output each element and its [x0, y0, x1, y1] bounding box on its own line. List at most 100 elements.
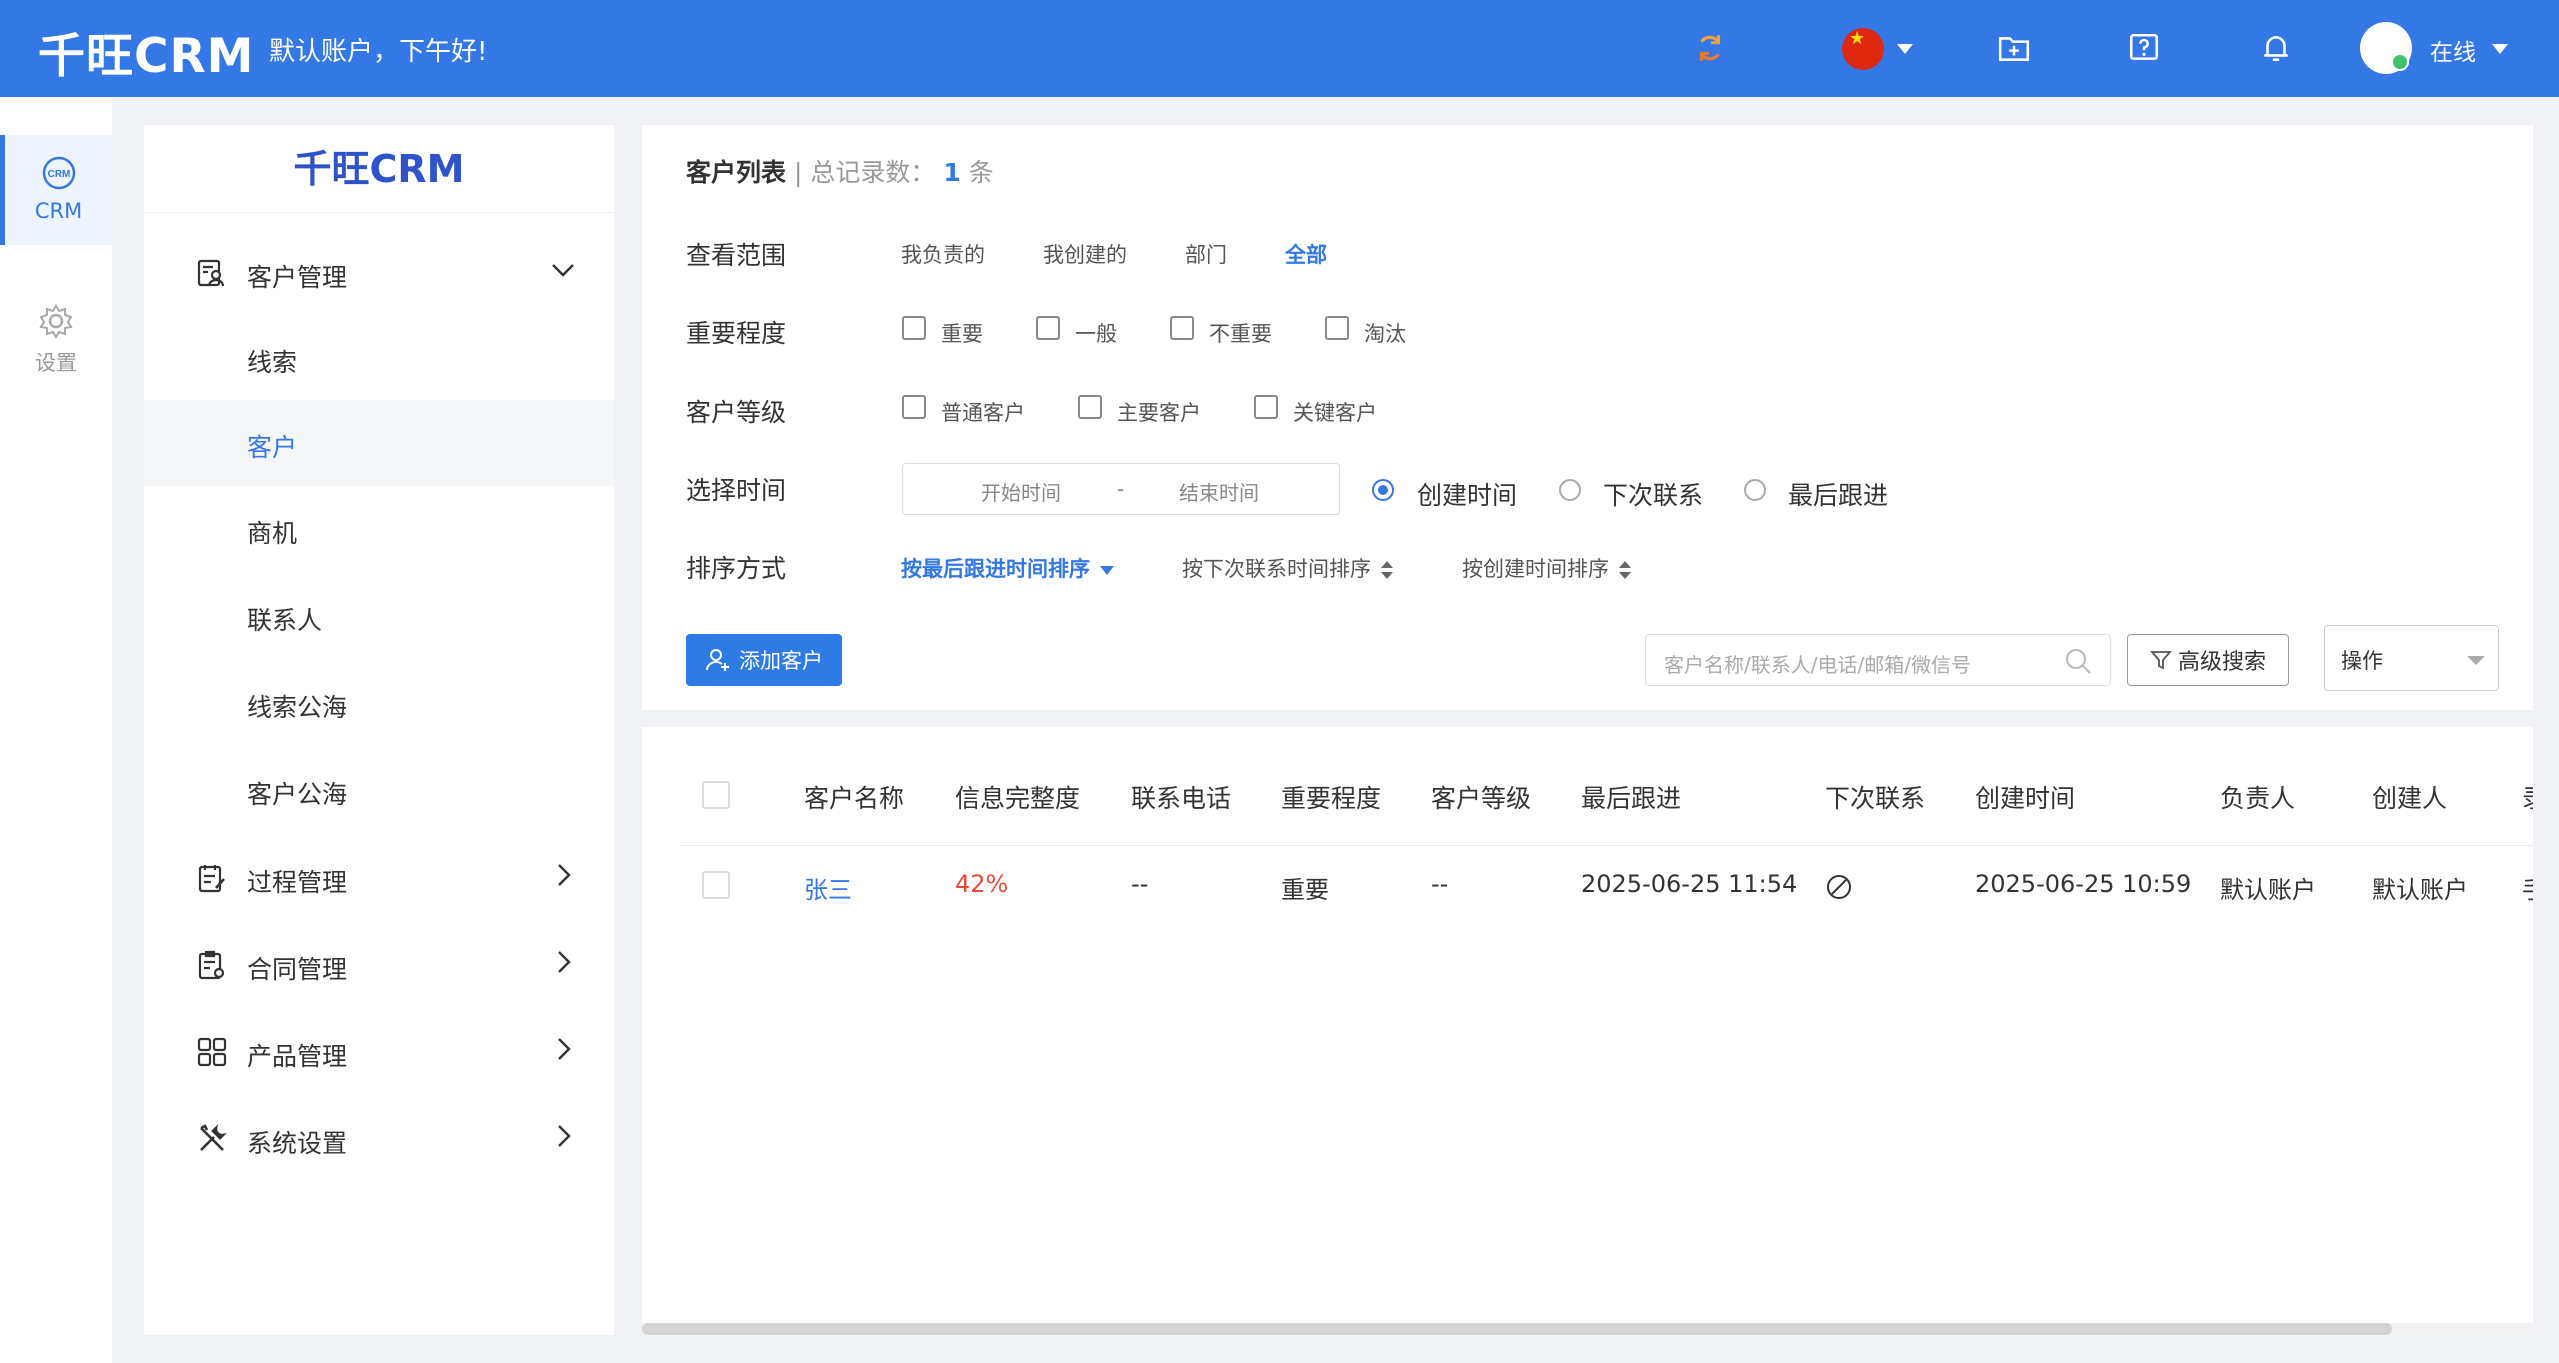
help-icon[interactable] — [2118, 22, 2170, 74]
chevron-right-icon — [558, 951, 571, 973]
add-folder-icon[interactable] — [1988, 22, 2040, 74]
scope-option-all[interactable]: 全部 — [1285, 239, 1327, 269]
end-date-placeholder[interactable]: 结束时间 — [1179, 477, 1259, 506]
chevron-down-icon — [2467, 656, 2485, 665]
nav-group-process[interactable]: 过程管理 — [144, 835, 614, 921]
nav-group-customer[interactable]: 客户管理 — [144, 230, 614, 316]
sort-updown-icon — [1619, 560, 1631, 580]
page-title: 客户列表 | 总记录数： 1 条 — [686, 158, 994, 187]
column-header[interactable]: 联系电话 — [1131, 779, 1231, 815]
row-checkbox[interactable] — [702, 871, 730, 899]
user-status-label[interactable]: 在线 — [2430, 33, 2476, 67]
advanced-search-button[interactable]: 高级搜索 — [2127, 634, 2289, 686]
rail-item-label: 设置 — [35, 351, 77, 375]
start-date-placeholder[interactable]: 开始时间 — [981, 477, 1061, 506]
operation-select[interactable]: 操作 — [2324, 625, 2499, 691]
importance-value: 重要 — [1281, 876, 1329, 904]
search-input[interactable]: 客户名称/联系人/电话/邮箱/微信号 — [1645, 634, 2111, 686]
nav-item-customer-pool[interactable]: 客户公海 — [144, 747, 614, 833]
add-customer-button[interactable]: 添加客户 — [686, 634, 842, 686]
sync-icon[interactable] — [1684, 22, 1736, 74]
scope-option-department[interactable]: 部门 — [1185, 239, 1227, 269]
nav-group-contract[interactable]: 合同管理 — [144, 922, 614, 1008]
level-checkbox-major[interactable] — [1078, 395, 1102, 419]
column-header[interactable]: 创建时间 — [1975, 779, 2075, 815]
checkbox-label: 不重要 — [1209, 322, 1272, 346]
scope-option-created[interactable]: 我创建的 — [1043, 239, 1127, 269]
scope-option-mine[interactable]: 我负责的 — [901, 239, 985, 269]
user-menu-caret-icon[interactable] — [2492, 44, 2508, 54]
online-status-dot-icon — [2391, 53, 2409, 71]
creator-value: 默认账户 — [2372, 876, 2468, 904]
rail-item-label: CRM — [34, 199, 83, 223]
level-checkbox-regular[interactable] — [902, 395, 926, 419]
nav-item-customers[interactable]: 客户 — [144, 400, 614, 486]
nav-item-contacts[interactable]: 联系人 — [144, 573, 614, 659]
nav-item-label: 客户 — [247, 433, 298, 462]
rail-item-settings[interactable]: 设置 — [0, 283, 112, 393]
importance-checkbox-eliminated[interactable] — [1325, 316, 1349, 340]
nav-item-opportunities[interactable]: 商机 — [144, 486, 614, 572]
last-follow-value: 2025-06-25 11:54 — [1581, 870, 1798, 898]
nav-group-product[interactable]: 产品管理 — [144, 1009, 614, 1095]
nav-item-leads[interactable]: 线索 — [144, 315, 614, 401]
language-dropdown-caret-icon[interactable] — [1897, 44, 1913, 54]
column-header[interactable]: 客户等级 — [1431, 779, 1531, 815]
search-icon[interactable] — [2064, 647, 2092, 675]
time-radio-created[interactable] — [1372, 479, 1394, 501]
total-prefix: 总记录数： — [810, 158, 936, 187]
checkbox-label: 一般 — [1075, 322, 1117, 346]
add-user-icon — [705, 649, 729, 671]
nav-group-label: 客户管理 — [247, 263, 348, 292]
column-header[interactable]: 负责人 — [2220, 779, 2295, 815]
sort-option-next-contact[interactable]: 按下次联系时间排序 — [1182, 553, 1393, 583]
sort-option-last-follow[interactable]: 按最后跟进时间排序 — [901, 553, 1114, 583]
importance-checkbox-important[interactable] — [902, 316, 926, 340]
time-radio-last-follow[interactable] — [1744, 479, 1766, 501]
tools-icon — [200, 1124, 227, 1151]
nav-item-label: 线索 — [247, 348, 298, 377]
column-header[interactable]: 最后跟进 — [1581, 779, 1681, 815]
filter-panel: 客户列表 | 总记录数： 1 条 查看范围 我负责的 我创建的 部门 全部 重要… — [642, 125, 2533, 710]
horizontal-scrollbar-thumb[interactable] — [642, 1323, 2392, 1335]
app-logo[interactable]: 千旺CRM — [38, 17, 254, 86]
date-range-picker[interactable]: 开始时间 - 结束时间 — [902, 463, 1340, 515]
column-header[interactable]: 创建人 — [2372, 779, 2447, 815]
filter-icon — [2150, 651, 2172, 670]
advanced-search-label: 高级搜索 — [2177, 650, 2266, 675]
contract-icon — [198, 950, 225, 980]
checkbox-label: 主要客户 — [1117, 401, 1201, 425]
nav-item-label: 联系人 — [247, 606, 323, 635]
rail-item-crm[interactable]: CRM CRM — [0, 135, 112, 245]
sort-label: 按最后跟进时间排序 — [901, 557, 1090, 581]
bell-icon[interactable] — [2250, 22, 2302, 74]
checkbox-label: 淘汰 — [1364, 322, 1406, 346]
chevron-right-icon — [558, 864, 571, 886]
process-icon — [198, 865, 225, 893]
nav-item-lead-pool[interactable]: 线索公海 — [144, 660, 614, 746]
chevron-right-icon — [558, 1038, 571, 1060]
checkbox-label: 普通客户 — [941, 401, 1025, 425]
total-count: 1 — [943, 158, 961, 187]
level-checkbox-key[interactable] — [1254, 395, 1278, 419]
column-header[interactable]: 客户名称 — [804, 779, 904, 815]
column-header[interactable]: 下次联系 — [1825, 779, 1925, 815]
sort-option-created[interactable]: 按创建时间排序 — [1462, 553, 1631, 583]
customer-name-link[interactable]: 张三 — [804, 870, 852, 905]
sort-updown-icon — [1381, 560, 1393, 580]
select-all-checkbox[interactable] — [702, 781, 730, 809]
svg-text:CRM: CRM — [47, 169, 70, 180]
chevron-down-icon — [552, 264, 574, 277]
column-header[interactable]: 信息完整度 — [955, 779, 1080, 815]
app-rail: CRM CRM 设置 — [0, 97, 112, 1363]
nav-group-system[interactable]: 系统设置 — [144, 1096, 614, 1182]
importance-checkbox-normal[interactable] — [1036, 316, 1060, 340]
gear-icon — [39, 304, 73, 339]
sort-desc-icon — [1100, 565, 1114, 575]
greeting-text: 默认账户，下午好! — [269, 37, 488, 67]
time-radio-next-contact[interactable] — [1559, 479, 1581, 501]
column-header[interactable]: 录 — [2522, 779, 2533, 815]
importance-checkbox-unimportant[interactable] — [1170, 316, 1194, 340]
column-header[interactable]: 重要程度 — [1281, 779, 1381, 815]
chevron-right-icon — [558, 1125, 571, 1147]
